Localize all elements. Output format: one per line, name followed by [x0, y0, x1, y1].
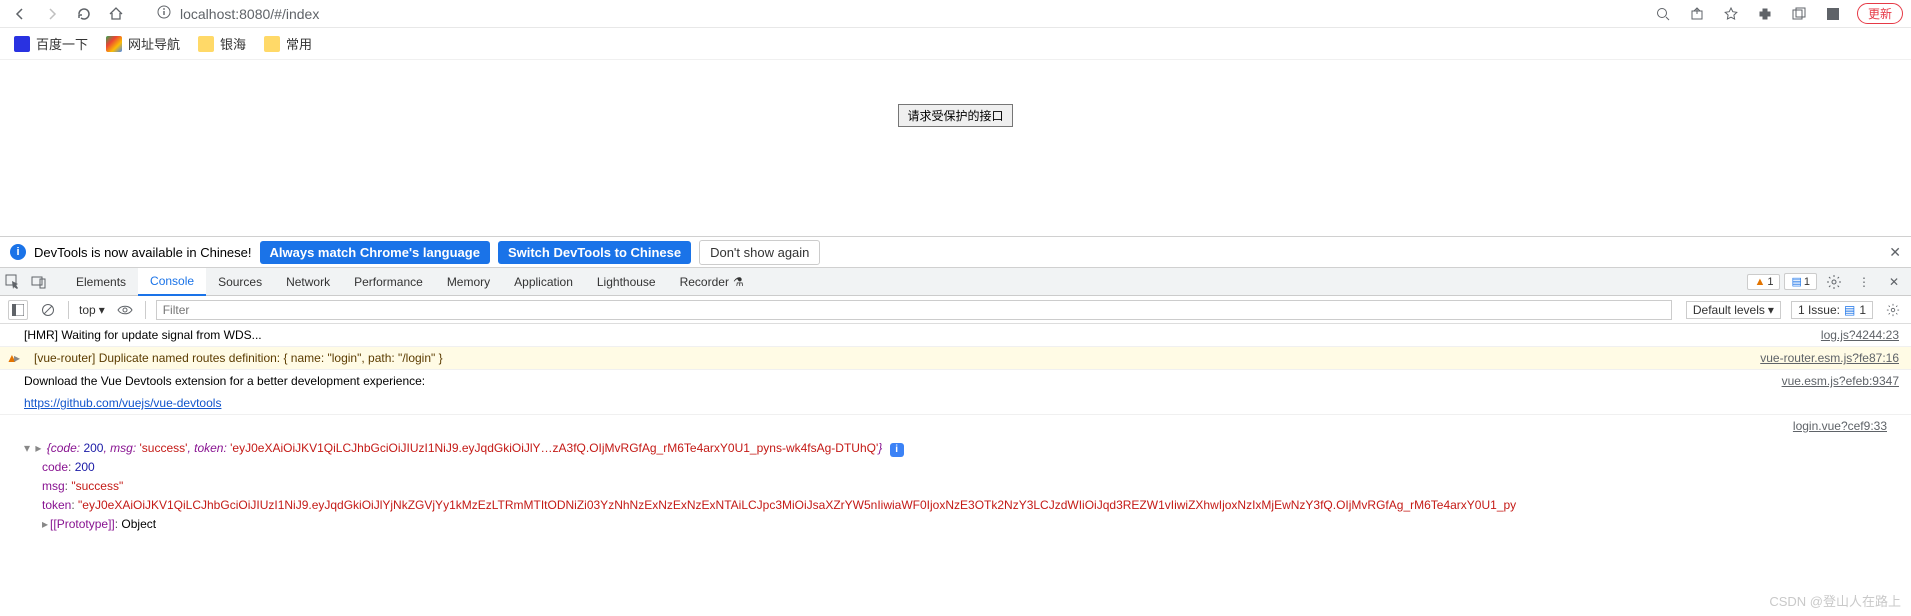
issues-badge[interactable]: 1 Issue: ▤ 1	[1791, 301, 1873, 319]
share-icon[interactable]	[1687, 4, 1707, 24]
close-devtools-icon[interactable]: ✕	[1881, 268, 1907, 296]
infobar-message: DevTools is now available in Chinese!	[34, 245, 252, 260]
devtools-tabstrip: Elements Console Sources Network Perform…	[0, 268, 1911, 296]
context-selector[interactable]: top▾	[79, 303, 105, 317]
tab-performance[interactable]: Performance	[342, 268, 435, 296]
source-link[interactable]: log.js?4244:23	[1821, 326, 1911, 344]
toggle-sidebar-icon[interactable]	[8, 300, 28, 320]
more-icon[interactable]: ⋮	[1851, 268, 1877, 296]
settings-gear-icon[interactable]	[1821, 268, 1847, 296]
device-toolbar-icon[interactable]	[26, 268, 52, 296]
reload-button[interactable]	[72, 2, 96, 26]
tab-network[interactable]: Network	[274, 268, 342, 296]
tab-memory[interactable]: Memory	[435, 268, 502, 296]
console-toolbar: top▾ Default levels▾ 1 Issue:▤1	[0, 296, 1911, 324]
source-link[interactable]: vue-router.esm.js?fe87:16	[1760, 349, 1911, 367]
filter-input[interactable]	[156, 300, 1672, 320]
log-text: Download the Vue Devtools extension for …	[24, 372, 425, 390]
always-match-button[interactable]: Always match Chrome's language	[260, 241, 490, 264]
hao-icon	[106, 36, 122, 52]
bookmark-star-icon[interactable]	[1721, 4, 1741, 24]
message-icon: ▤	[1791, 275, 1801, 288]
home-button[interactable]	[104, 2, 128, 26]
profile-icon[interactable]	[1823, 4, 1843, 24]
context-label: top	[79, 303, 96, 317]
tab-lighthouse[interactable]: Lighthouse	[585, 268, 668, 296]
tab-recorder[interactable]: Recorder ⚗	[668, 268, 756, 296]
console-log-row: https://github.com/vuejs/vue-devtools	[0, 392, 1911, 415]
issue-count: 1	[1859, 303, 1866, 317]
console-settings-icon[interactable]	[1883, 300, 1903, 320]
console-warning-row: ▲ ▸ [vue-router] Duplicate named routes …	[0, 347, 1911, 370]
log-text: [vue-router] Duplicate named routes defi…	[24, 349, 443, 367]
messages-badge[interactable]: ▤1	[1784, 273, 1817, 290]
watermark: CSDN @登山人在路上	[1769, 591, 1901, 610]
close-icon[interactable]: ✕	[1889, 244, 1901, 261]
inspect-element-icon[interactable]	[0, 268, 26, 296]
expand-icon[interactable]: ▸	[14, 349, 20, 367]
devtools-language-infobar: i DevTools is now available in Chinese! …	[0, 236, 1911, 268]
expand-icon[interactable]: ▸	[42, 517, 48, 531]
browser-nav-bar: localhost:8080/#/index 更新	[0, 0, 1911, 28]
levels-label: Default levels	[1693, 303, 1765, 317]
folder-icon	[198, 36, 214, 52]
warning-icon: ▲	[1754, 276, 1765, 288]
log-text: [HMR] Waiting for update signal from WDS…	[24, 326, 262, 344]
devtools-link[interactable]: https://github.com/vuejs/vue-devtools	[24, 394, 221, 412]
source-link[interactable]: vue.esm.js?efeb:9347	[1782, 372, 1911, 390]
bookmark-hao[interactable]: 网址导航	[106, 34, 180, 53]
switch-chinese-button[interactable]: Switch DevTools to Chinese	[498, 241, 691, 264]
request-protected-button[interactable]: 请求受保护的接口	[898, 104, 1012, 127]
info-badge-icon[interactable]: i	[890, 443, 904, 457]
console-output: [HMR] Waiting for update signal from WDS…	[0, 324, 1911, 536]
bookmark-label: 网址导航	[128, 34, 180, 53]
site-info-icon[interactable]	[156, 4, 172, 23]
flask-icon: ⚗	[733, 275, 744, 289]
update-button[interactable]: 更新	[1857, 3, 1903, 24]
folder-icon	[264, 36, 280, 52]
tab-elements[interactable]: Elements	[64, 268, 138, 296]
source-link[interactable]: login.vue?cef9:33	[1793, 417, 1899, 435]
warnings-badge[interactable]: ▲1	[1747, 274, 1780, 290]
console-log-row: [HMR] Waiting for update signal from WDS…	[0, 324, 1911, 347]
bookmark-baidu[interactable]: 百度一下	[14, 34, 88, 53]
search-icon[interactable]	[1653, 4, 1673, 24]
info-icon: i	[10, 244, 26, 260]
collapse-icon[interactable]: ▾	[24, 441, 30, 455]
console-object: ▾ ▸ {code: 200, msg: 'success', token: '…	[0, 437, 1911, 536]
tabs-icon[interactable]	[1789, 4, 1809, 24]
log-levels-selector[interactable]: Default levels▾	[1686, 301, 1781, 319]
bookmark-label: 常用	[286, 34, 312, 53]
message-icon: ▤	[1844, 303, 1855, 317]
tab-sources[interactable]: Sources	[206, 268, 274, 296]
extensions-icon[interactable]	[1755, 4, 1775, 24]
tab-application[interactable]: Application	[502, 268, 585, 296]
warn-count: 1	[1767, 276, 1773, 288]
bookmark-label: 百度一下	[36, 34, 88, 53]
bookmark-yinhai[interactable]: 银海	[198, 34, 246, 53]
tab-console[interactable]: Console	[138, 268, 206, 296]
page-viewport: 请求受保护的接口	[0, 60, 1911, 236]
baidu-icon	[14, 36, 30, 52]
msg-count: 1	[1804, 276, 1810, 288]
console-log-row: login.vue?cef9:33	[0, 415, 1911, 437]
url-text[interactable]: localhost:8080/#/index	[180, 6, 319, 22]
console-log-row: Download the Vue Devtools extension for …	[0, 370, 1911, 392]
bookmark-label: 银海	[220, 34, 246, 53]
back-button[interactable]	[8, 2, 32, 26]
live-expression-icon[interactable]	[115, 300, 135, 320]
dont-show-button[interactable]: Don't show again	[699, 240, 820, 265]
forward-button[interactable]	[40, 2, 64, 26]
chevron-down-icon: ▾	[1768, 303, 1774, 317]
bookmarks-bar: 百度一下 网址导航 银海 常用	[0, 28, 1911, 60]
bookmark-changyong[interactable]: 常用	[264, 34, 312, 53]
issue-label: 1 Issue:	[1798, 303, 1840, 317]
chevron-down-icon: ▾	[99, 303, 105, 317]
tab-label: Recorder	[680, 275, 729, 289]
expand-icon[interactable]: ▸	[35, 441, 41, 455]
clear-console-icon[interactable]	[38, 300, 58, 320]
